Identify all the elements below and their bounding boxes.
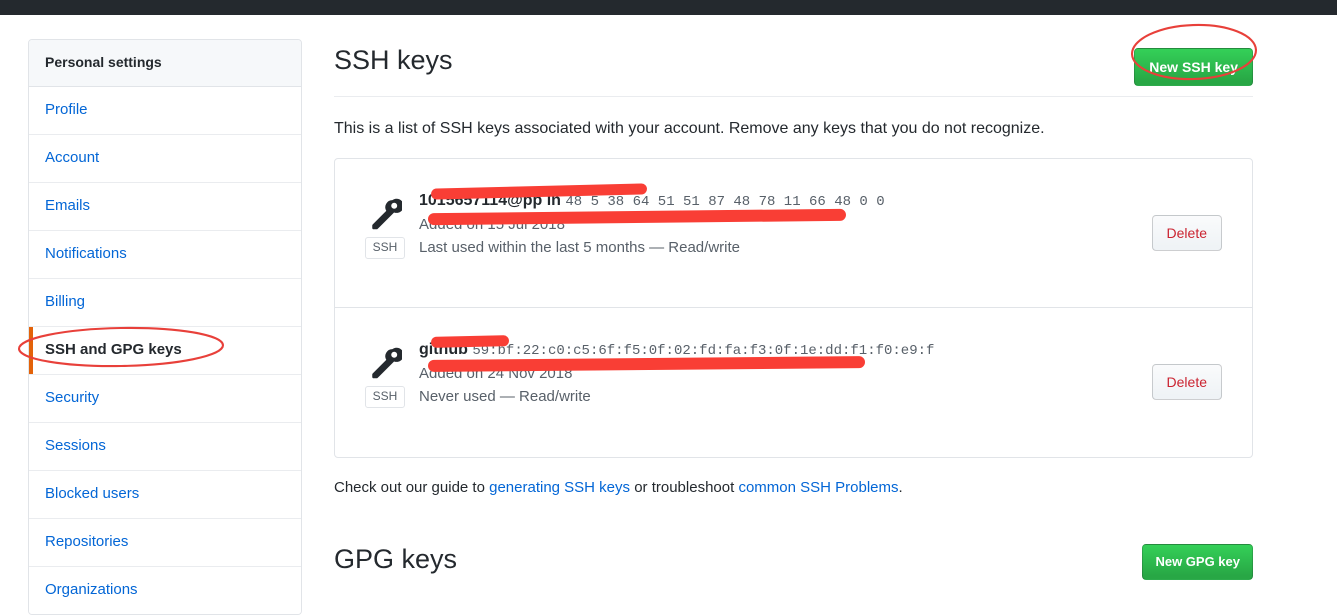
page-title: SSH keys [334,45,453,75]
sidebar-item-label: Emails [45,197,91,214]
redaction-key2-title [430,335,510,348]
ssh-help-text: Check out our guide to generating SSH ke… [334,476,1253,499]
top-navigation-bar [0,0,1337,15]
sidebar-header: Personal settings [29,40,301,87]
sidebar-item-label: Sessions [45,437,106,454]
sidebar-item-sessions[interactable]: Sessions [29,423,301,471]
help-prefix: Check out our guide to [334,479,490,496]
sidebar-item-label: Blocked users [45,485,140,502]
sidebar-item-emails[interactable]: Emails [29,183,301,231]
key-icon [372,347,402,379]
ssh-keys-section-header: SSH keys New SSH key [334,33,1253,97]
sidebar-item-label: SSH and GPG keys [45,341,182,358]
settings-page: Personal settings Profile Account Emails… [0,15,1337,615]
generating-ssh-keys-link[interactable]: generating SSH keys [489,479,630,496]
sidebar-item-organizations[interactable]: Organizations [29,567,301,614]
ssh-key-actions: Delete [1151,175,1236,251]
delete-ssh-key-button[interactable]: Delete [1151,215,1222,251]
ssh-key-actions: Delete [1151,324,1236,400]
new-gpg-key-button[interactable]: New GPG key [1142,544,1253,580]
help-suffix: . [898,479,903,496]
sidebar-item-blocked-users[interactable]: Blocked users [29,471,301,519]
ssh-key-icon-column: SSH [351,324,419,408]
ssh-key-type-badge: SSH [364,237,406,259]
ssh-key-row: SSH github 59:bf:22:c0:c5:6f:f5:0f:02:fd… [335,308,1252,457]
common-ssh-problems-link[interactable]: common SSH Problems [738,479,898,496]
delete-ssh-key-button[interactable]: Delete [1151,364,1222,400]
sidebar-item-billing[interactable]: Billing [29,279,301,327]
sidebar-item-security[interactable]: Security [29,375,301,423]
sidebar-item-label: Billing [45,293,86,310]
new-ssh-key-button[interactable]: New SSH key [1134,48,1253,86]
sidebar-item-label: Security [45,389,100,406]
sidebar-item-label: Notifications [45,245,127,262]
sidebar-item-label: Profile [45,101,88,118]
sidebar-item-label: Repositories [45,533,129,550]
sidebar-item-label: Organizations [45,581,138,598]
sidebar-item-label: Account [45,149,100,166]
ssh-keys-list: SSH 1015657114@pp in 48 5 38 64 51 51 87… [334,158,1253,458]
ssh-key-type-badge: SSH [364,386,406,408]
key-icon [372,198,402,230]
sidebar-item-notifications[interactable]: Notifications [29,231,301,279]
sidebar-item-account[interactable]: Account [29,135,301,183]
ssh-key-usage: Never used — Read/write [419,388,591,405]
ssh-key-icon-column: SSH [351,175,419,259]
ssh-keys-description: This is a list of SSH keys associated wi… [334,120,1045,137]
ssh-key-row: SSH 1015657114@pp in 48 5 38 64 51 51 87… [335,159,1252,308]
sidebar-item-repositories[interactable]: Repositories [29,519,301,567]
help-middle: or troubleshoot [630,479,739,496]
sidebar-item-profile[interactable]: Profile [29,87,301,135]
gpg-keys-title: GPG keys [334,544,458,574]
sidebar-item-ssh-and-gpg-keys[interactable]: SSH and GPG keys [29,327,301,375]
personal-settings-sidebar: Personal settings Profile Account Emails… [28,39,302,615]
ssh-key-usage: Last used within the last 5 months — Rea… [419,239,740,256]
main-content: SSH keys New SSH key This is a list of S… [334,33,1253,580]
gpg-keys-section-header: GPG keys New GPG key [334,539,1253,580]
